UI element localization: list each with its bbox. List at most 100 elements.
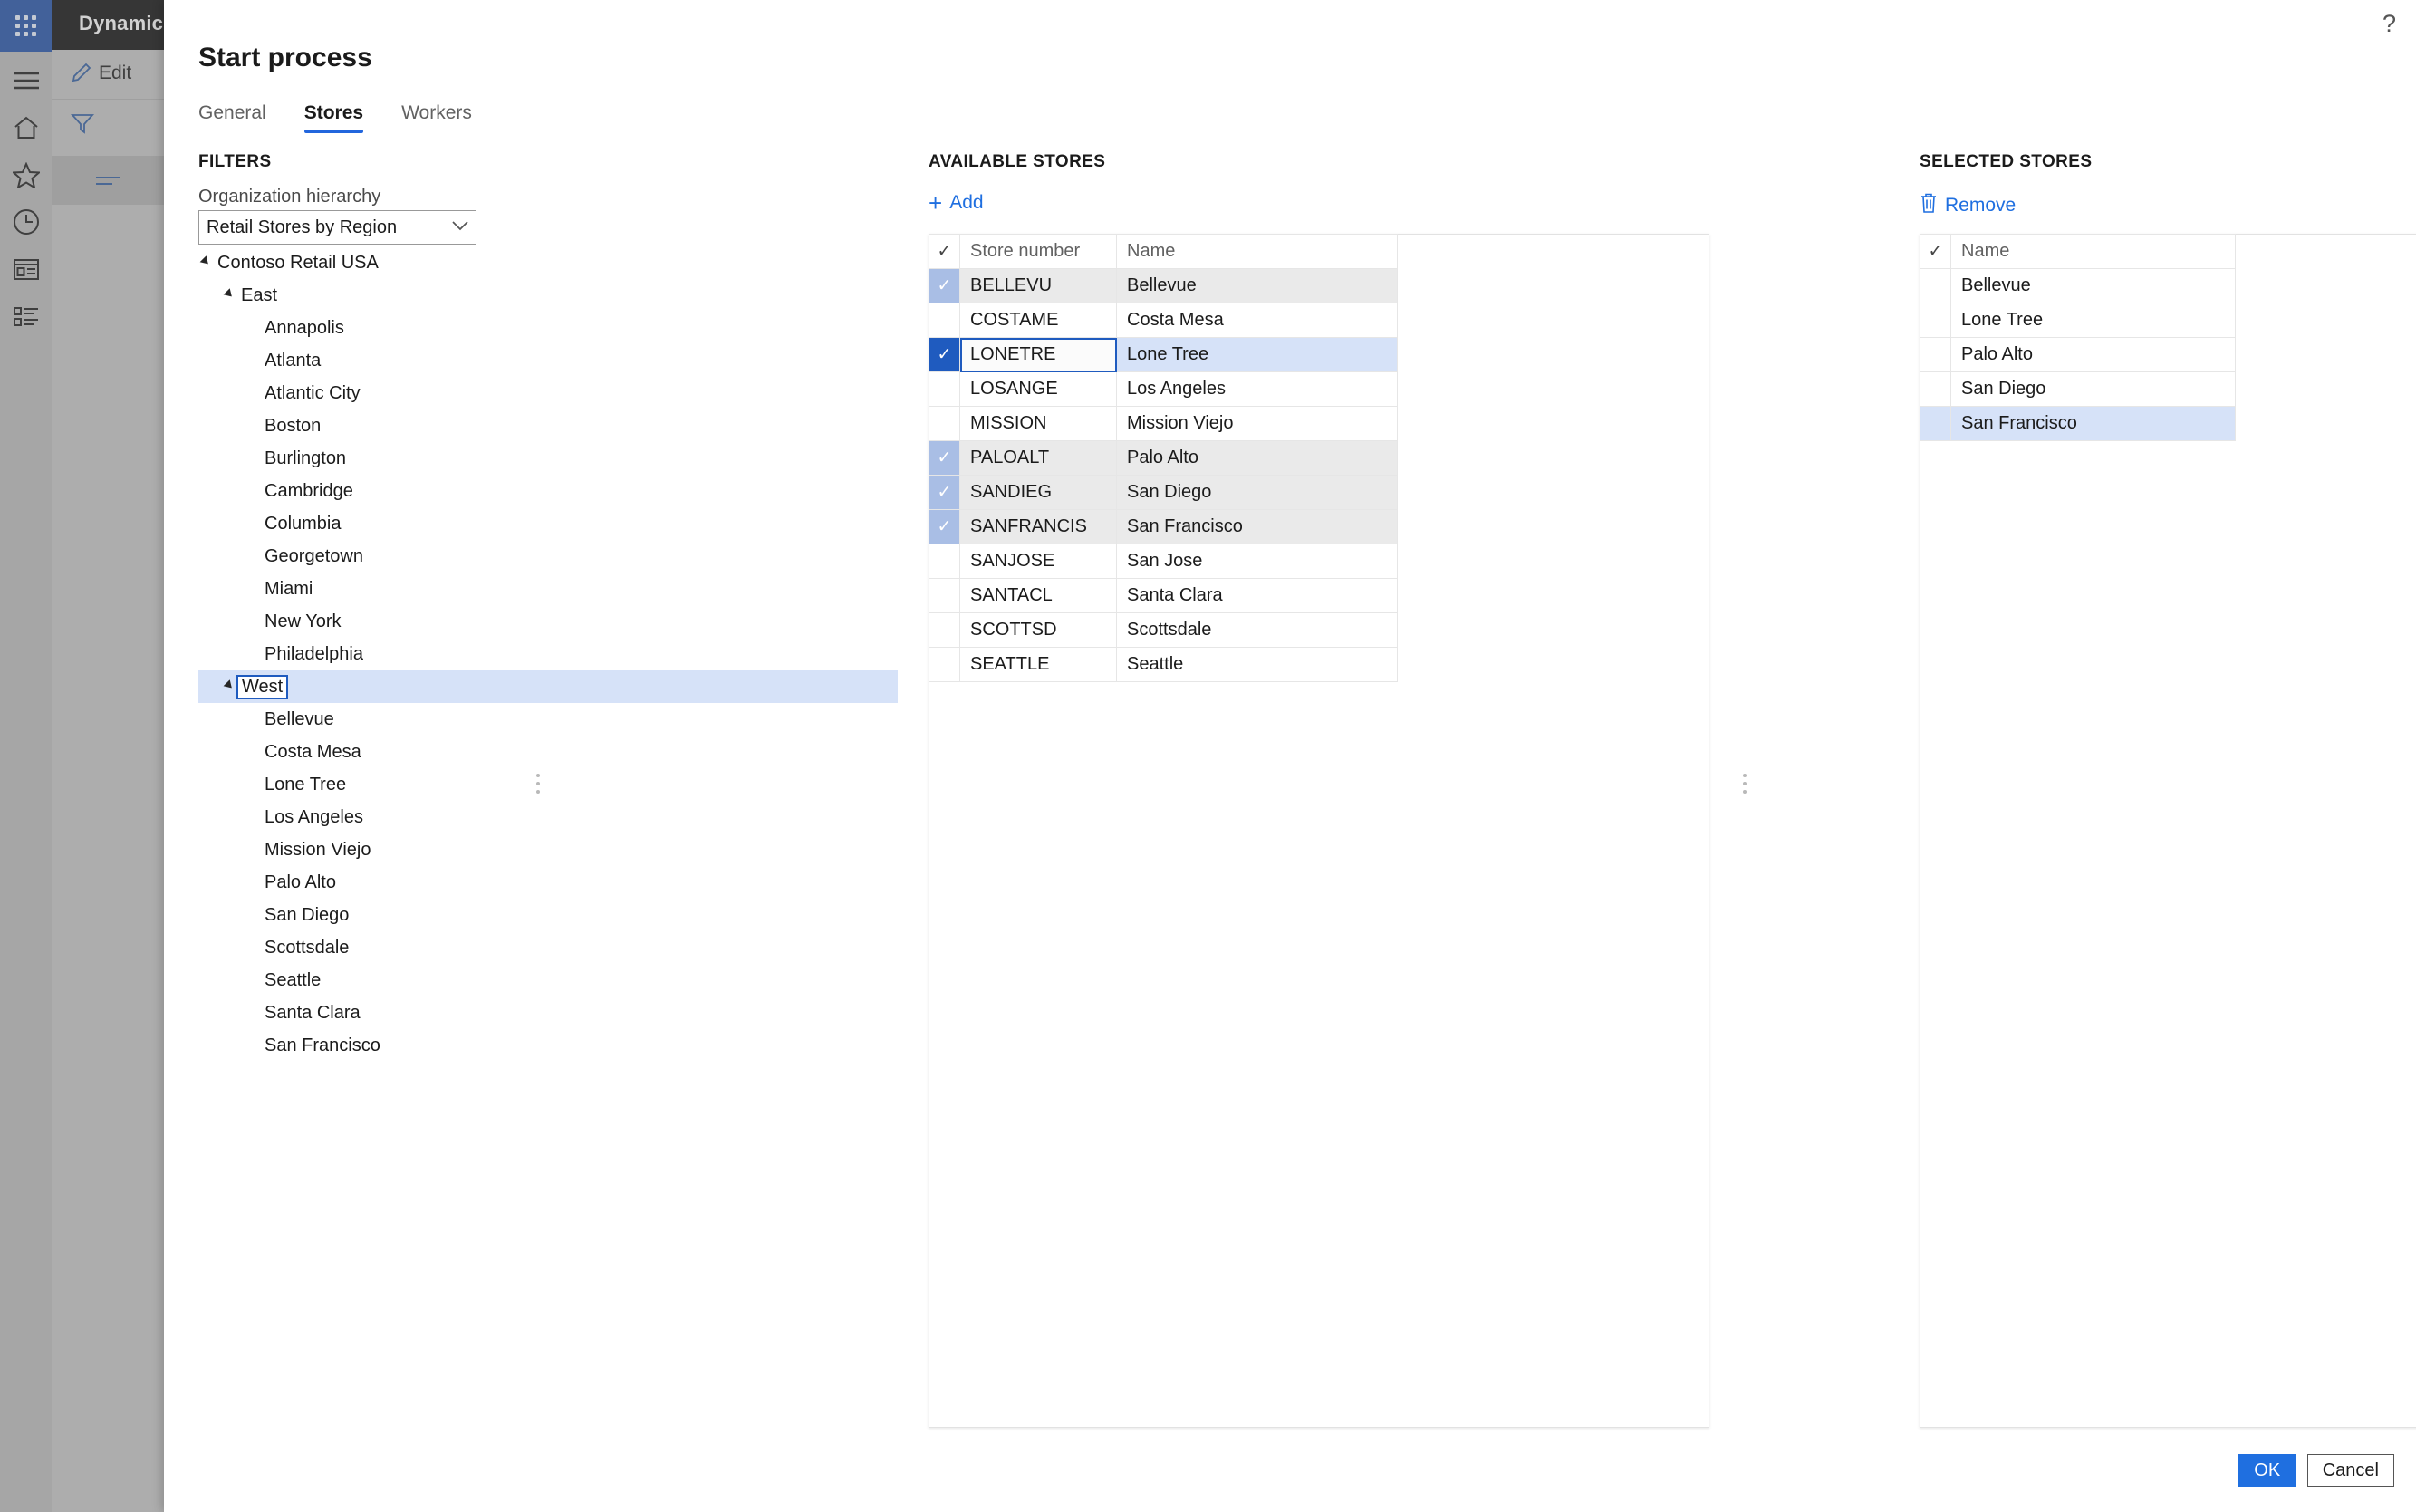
row-checkbox[interactable] — [1920, 268, 1951, 303]
row-checkbox[interactable]: ✓ — [929, 475, 960, 510]
store-name-cell[interactable]: Bellevue — [1116, 268, 1398, 303]
table-row[interactable]: Lone Tree — [1920, 303, 2236, 338]
store-name-cell[interactable]: San Francisco — [1950, 406, 2236, 441]
tree-node[interactable]: Boston — [198, 409, 898, 442]
organization-hierarchy-tree[interactable]: Contoso Retail USA East Annapolis Atlanta At… — [198, 246, 898, 1062]
store-name-cell[interactable]: Santa Clara — [1116, 578, 1398, 613]
tree-node[interactable]: Columbia — [198, 507, 898, 540]
store-name-cell[interactable]: Lone Tree — [1116, 337, 1398, 372]
store-name-cell[interactable]: Palo Alto — [1950, 337, 2236, 372]
table-row[interactable]: MISSION Mission Viejo — [929, 406, 1398, 441]
table-row[interactable]: COSTAME Costa Mesa — [929, 303, 1398, 338]
organization-hierarchy-select[interactable]: Retail Stores by Region — [198, 210, 476, 245]
table-row[interactable]: ✓ SANFRANCIS San Francisco — [929, 509, 1398, 544]
table-row[interactable]: SEATTLE Seattle — [929, 647, 1398, 682]
tree-node[interactable]: Miami — [198, 573, 898, 605]
store-number-cell[interactable]: COSTAME — [959, 303, 1117, 338]
row-checkbox[interactable] — [1920, 406, 1951, 441]
column-header[interactable]: Name — [1950, 234, 2236, 269]
store-name-cell[interactable]: Bellevue — [1950, 268, 2236, 303]
table-row[interactable]: ✓ SANDIEG San Diego — [929, 475, 1398, 510]
tree-node[interactable]: Contoso Retail USA — [198, 246, 898, 279]
store-name-cell[interactable]: San Diego — [1116, 475, 1398, 510]
store-name-cell[interactable]: Mission Viejo — [1116, 406, 1398, 441]
select-all-checkbox[interactable]: ✓ — [929, 234, 960, 269]
table-row[interactable]: LOSANGE Los Angeles — [929, 371, 1398, 407]
store-number-cell[interactable]: BELLEVU — [959, 268, 1117, 303]
tree-node[interactable]: Atlanta — [198, 344, 898, 377]
tree-expander-icon[interactable] — [222, 279, 236, 312]
row-checkbox[interactable]: ✓ — [929, 440, 960, 476]
row-checkbox[interactable] — [929, 303, 960, 338]
tree-node[interactable]: San Francisco — [198, 1029, 898, 1062]
store-number-cell[interactable]: LONETRE — [959, 337, 1117, 372]
table-row[interactable]: Bellevue — [1920, 268, 2236, 303]
tree-node[interactable]: Bellevue — [198, 703, 898, 736]
row-checkbox[interactable]: ✓ — [929, 337, 960, 372]
table-row[interactable]: Palo Alto — [1920, 337, 2236, 372]
table-row[interactable]: SCOTTSD Scottsdale — [929, 612, 1398, 648]
tree-node[interactable]: West — [198, 670, 898, 703]
tree-node[interactable]: Lone Tree — [198, 768, 898, 801]
row-checkbox[interactable] — [1920, 303, 1951, 338]
row-checkbox[interactable] — [929, 371, 960, 407]
tree-node[interactable]: Scottsdale — [198, 931, 898, 964]
store-name-cell[interactable]: Lone Tree — [1950, 303, 2236, 338]
tree-node[interactable]: Annapolis — [198, 312, 898, 344]
row-checkbox[interactable] — [1920, 337, 1951, 372]
store-number-cell[interactable]: SANJOSE — [959, 544, 1117, 579]
row-checkbox[interactable]: ✓ — [929, 509, 960, 544]
store-name-cell[interactable]: San Jose — [1116, 544, 1398, 579]
store-number-cell[interactable]: SANDIEG — [959, 475, 1117, 510]
tree-expander-icon[interactable] — [222, 670, 236, 703]
table-row[interactable]: SANTACL Santa Clara — [929, 578, 1398, 613]
add-button[interactable]: + Add — [929, 191, 984, 215]
row-checkbox[interactable]: ✓ — [929, 268, 960, 303]
selected-stores-grid[interactable]: ✓ Name Bellevue Lone Tree Palo Alto San Dieg… — [1920, 234, 2236, 441]
store-name-cell[interactable]: Costa Mesa — [1116, 303, 1398, 338]
store-number-cell[interactable]: SCOTTSD — [959, 612, 1117, 648]
tree-node[interactable]: East — [198, 279, 898, 312]
store-number-cell[interactable]: SEATTLE — [959, 647, 1117, 682]
tree-node[interactable]: Costa Mesa — [198, 736, 898, 768]
store-number-cell[interactable]: LOSANGE — [959, 371, 1117, 407]
tree-node[interactable]: Santa Clara — [198, 997, 898, 1029]
store-name-cell[interactable]: San Francisco — [1116, 509, 1398, 544]
tree-grid-splitter[interactable] — [534, 766, 543, 802]
tree-node[interactable]: Philadelphia — [198, 638, 898, 670]
column-header[interactable]: Name — [1116, 234, 1398, 269]
tree-node[interactable]: Palo Alto — [198, 866, 898, 899]
row-checkbox[interactable] — [929, 578, 960, 613]
remove-button[interactable]: Remove — [1920, 192, 2016, 219]
tree-node[interactable]: Georgetown — [198, 540, 898, 573]
tab-general[interactable]: General — [198, 102, 266, 133]
grid-grid-splitter[interactable] — [1740, 766, 1749, 802]
store-number-cell[interactable]: MISSION — [959, 406, 1117, 441]
store-name-cell[interactable]: Scottsdale — [1116, 612, 1398, 648]
help-icon[interactable]: ? — [2382, 12, 2396, 36]
table-row[interactable]: SANJOSE San Jose — [929, 544, 1398, 579]
ok-button[interactable]: OK — [2238, 1454, 2296, 1487]
tree-node[interactable]: New York — [198, 605, 898, 638]
cancel-button[interactable]: Cancel — [2306, 1454, 2394, 1487]
tree-node[interactable]: Cambridge — [198, 475, 898, 507]
available-stores-grid[interactable]: ✓ Store number Name ✓ BELLEVU Bellevue COSTAM… — [929, 234, 1398, 682]
select-all-checkbox[interactable]: ✓ — [1920, 234, 1951, 269]
tree-node[interactable]: Mission Viejo — [198, 833, 898, 866]
store-name-cell[interactable]: San Diego — [1950, 371, 2236, 407]
table-row[interactable]: ✓ LONETRE Lone Tree — [929, 337, 1398, 372]
store-name-cell[interactable]: Seattle — [1116, 647, 1398, 682]
store-name-cell[interactable]: Palo Alto — [1116, 440, 1398, 476]
tree-node[interactable]: Burlington — [198, 442, 898, 475]
tree-node[interactable]: Los Angeles — [198, 801, 898, 833]
table-row[interactable]: San Francisco — [1920, 406, 2236, 441]
tab-stores[interactable]: Stores — [303, 102, 364, 133]
column-header[interactable]: Store number — [959, 234, 1117, 269]
tab-workers[interactable]: Workers — [401, 102, 472, 133]
row-checkbox[interactable] — [1920, 371, 1951, 407]
table-row[interactable]: San Diego — [1920, 371, 2236, 407]
store-number-cell[interactable]: SANFRANCIS — [959, 509, 1117, 544]
tree-node[interactable]: San Diego — [198, 899, 898, 931]
table-row[interactable]: ✓ BELLEVU Bellevue — [929, 268, 1398, 303]
row-checkbox[interactable] — [929, 544, 960, 579]
